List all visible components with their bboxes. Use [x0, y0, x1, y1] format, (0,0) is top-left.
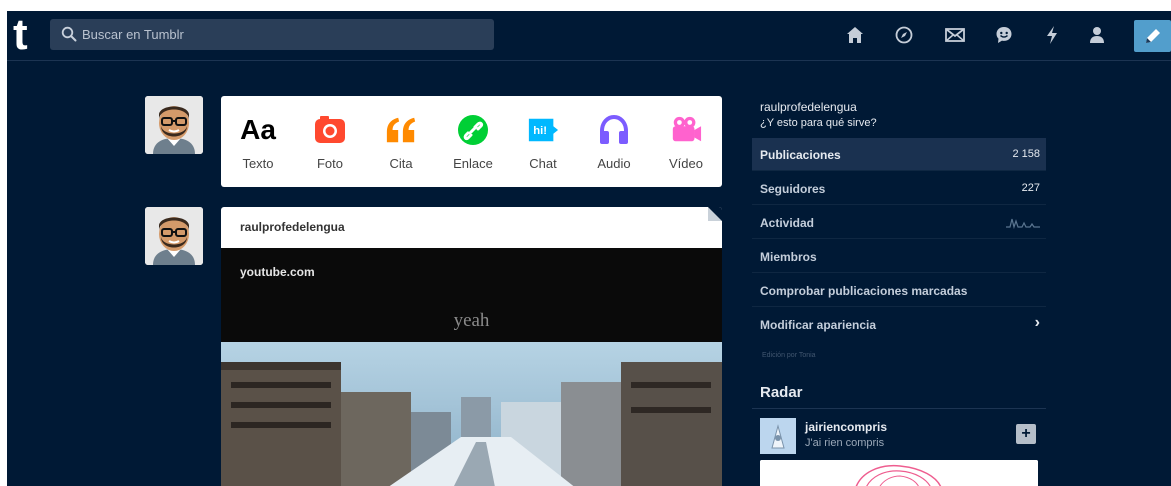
search-box[interactable] — [50, 19, 494, 50]
camera-icon — [314, 114, 346, 146]
compose-button[interactable] — [1134, 20, 1171, 52]
post-header: raulprofedelengua — [221, 207, 722, 248]
avatar[interactable] — [145, 96, 203, 154]
link-icon — [457, 114, 489, 146]
post-type-chat[interactable]: hi! Chat — [508, 96, 578, 187]
sidebar-item-posts[interactable]: Publicaciones 2 158 — [752, 138, 1046, 171]
divider — [752, 408, 1046, 409]
video-title: yeah — [453, 310, 490, 331]
headphones-icon — [598, 114, 630, 146]
dashboard: t Buscar en Tumblr Aa Texto Foto Cita En… — [7, 11, 1171, 486]
radar-description: J'ai rien compris — [805, 437, 885, 449]
blog-description: ¿Y esto para qué sirve? — [760, 117, 877, 129]
posts-count: 2 158 — [1012, 148, 1040, 160]
followers-count: 227 — [1021, 182, 1040, 194]
post-card: raulprofedelengua youtube.com yeah — [221, 207, 722, 486]
chevron-right-icon: › — [1034, 314, 1040, 331]
search-icon — [61, 26, 77, 42]
post-type-bar: Aa Texto Foto Cita Enlace hi! Chat Audio… — [221, 96, 722, 187]
post-type-quote[interactable]: Cita — [366, 96, 436, 187]
sidebar-item-members[interactable]: Miembros — [752, 240, 1046, 273]
post-username[interactable]: raulprofedelengua — [240, 220, 345, 234]
post-type-link[interactable]: Enlace — [438, 96, 508, 187]
sidebar-item-activity[interactable]: Actividad — [752, 206, 1046, 239]
account-icon[interactable] — [1085, 23, 1109, 47]
follow-button[interactable]: + — [1016, 424, 1036, 444]
post-type-text[interactable]: Aa Texto — [223, 96, 293, 187]
video-thumbnail[interactable] — [221, 342, 722, 486]
sidebar-item-followers[interactable]: Seguidores 227 — [752, 172, 1046, 205]
video-embed[interactable]: youtube.com yeah — [221, 248, 722, 486]
svg-text:hi!: hi! — [533, 125, 547, 137]
tumblr-logo[interactable]: t — [13, 13, 45, 57]
theme-credit: Edición por Tonia — [762, 352, 816, 359]
radar-avatar[interactable] — [760, 418, 796, 454]
activity-sparkline — [1006, 218, 1040, 229]
video-source[interactable]: youtube.com — [240, 265, 315, 279]
video-camera-icon — [670, 114, 702, 146]
sidebar-item-edit-appearance[interactable]: Modificar apariencia › — [752, 308, 1046, 341]
chat-icon: hi! — [527, 114, 559, 146]
text-icon: Aa — [240, 114, 276, 145]
blog-sidebar: raulprofedelengua ¿Y esto para qué sirve… — [752, 11, 1052, 486]
radar-post-image[interactable] — [760, 460, 1038, 486]
blog-name[interactable]: raulprofedelengua — [760, 100, 857, 114]
search-input[interactable] — [82, 19, 482, 50]
avatar[interactable] — [145, 207, 203, 265]
post-type-video[interactable]: Vídeo — [651, 96, 721, 187]
radar-title: Radar — [760, 384, 803, 401]
pencil-icon — [1145, 29, 1160, 43]
radar-username[interactable]: jairiencompris — [805, 420, 887, 434]
post-corner-fold — [708, 207, 722, 221]
sidebar-item-flagged-posts[interactable]: Comprobar publicaciones marcadas — [752, 274, 1046, 307]
post-type-photo[interactable]: Foto — [295, 96, 365, 187]
post-type-audio[interactable]: Audio — [579, 96, 649, 187]
quote-icon — [385, 114, 417, 146]
